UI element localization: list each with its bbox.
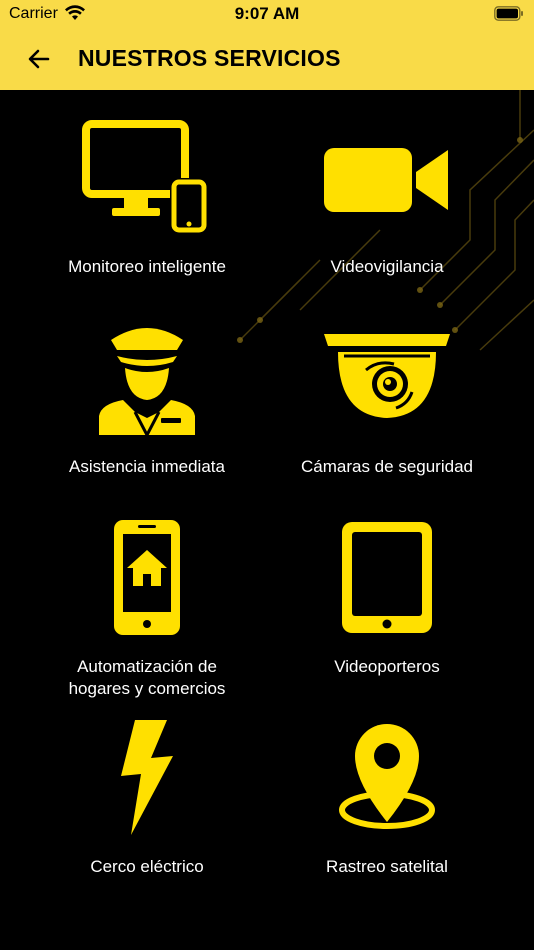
arrow-left-icon (28, 49, 50, 69)
battery-icon (494, 6, 523, 21)
lightning-bolt-icon (121, 720, 173, 835)
service-tile-videovigilancia[interactable]: Videovigilancia (257, 90, 517, 280)
service-tile-rastreo[interactable]: Rastreo satelital (257, 690, 517, 880)
service-tile-asistencia[interactable]: Asistencia inmediata (17, 290, 277, 480)
back-button[interactable] (20, 40, 58, 78)
page-title: NUESTROS SERVICIOS (78, 45, 341, 71)
dome-camera-icon (324, 334, 450, 418)
security-guard-icon (99, 328, 195, 435)
service-tile-videoporteros[interactable]: Videoporteros (257, 490, 517, 680)
location-pin-icon (339, 724, 435, 829)
service-label: Monitoreo inteligente (68, 257, 226, 276)
monitor-phone-icon (82, 120, 208, 234)
video-camera-icon (324, 148, 448, 212)
service-label: Videoporteros (334, 657, 440, 676)
status-time: 9:07 AM (234, 4, 300, 23)
service-label: Rastreo satelital (326, 857, 448, 876)
services-screen: Carrier 9:07 AM NUESTROS SERVICIOS Monit… (0, 0, 534, 950)
navigation-bar: NUESTROS SERVICIOS (0, 28, 534, 90)
service-label: Cerco eléctrico (90, 857, 204, 876)
service-tile-camaras[interactable]: Cámaras de seguridad (257, 290, 517, 480)
smartphone-home-icon (114, 520, 180, 635)
service-label: Asistencia inmediata (69, 457, 225, 476)
service-label: Cámaras de seguridad (301, 457, 473, 476)
tablet-icon (342, 522, 432, 633)
services-grid: Monitoreo inteligente Videovigilancia As… (0, 90, 534, 950)
status-bar: Carrier 9:07 AM (0, 0, 534, 28)
service-label: Videovigilancia (330, 257, 444, 276)
service-tile-monitoreo[interactable]: Monitoreo inteligente (17, 90, 277, 280)
service-tile-automatizacion[interactable]: Automatización de hogares y comercios (17, 490, 277, 698)
service-tile-cerco[interactable]: Cerco eléctrico (17, 690, 277, 880)
